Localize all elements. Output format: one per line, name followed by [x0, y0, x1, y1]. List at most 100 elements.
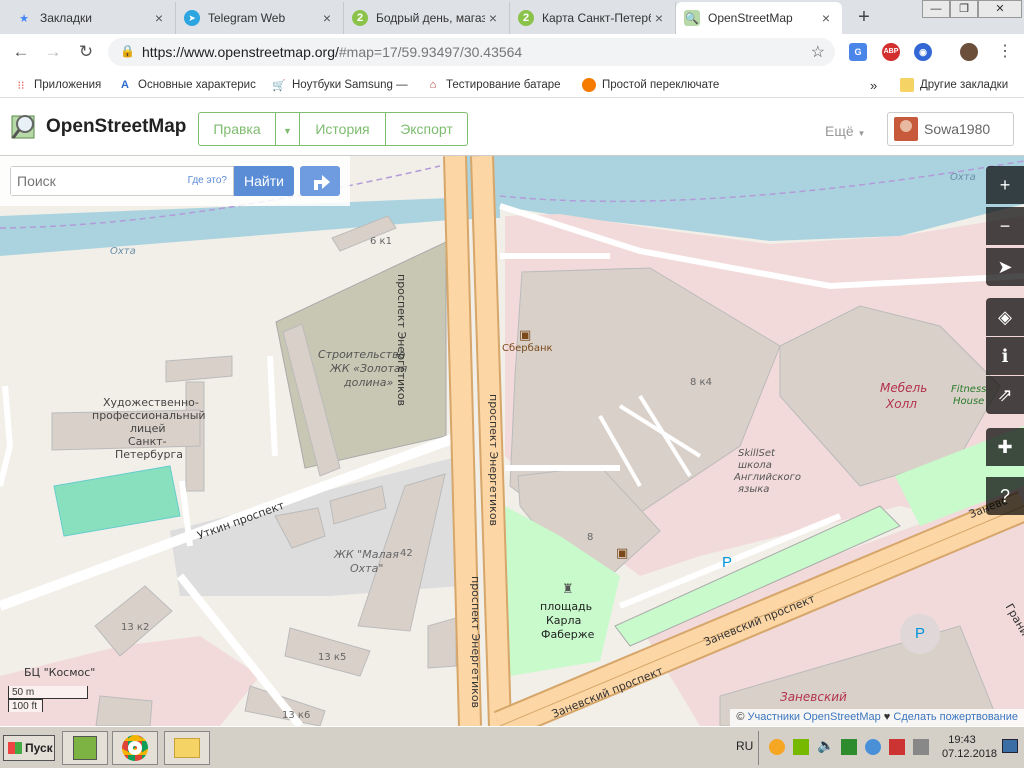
adblock-icon[interactable]: ABP	[882, 43, 900, 61]
taskbar-app-map[interactable]	[62, 731, 108, 765]
minimize-button[interactable]: —	[922, 0, 950, 18]
globe-icon[interactable]: ◉	[914, 43, 932, 61]
edit-dropdown-button[interactable]: ▼	[276, 112, 300, 146]
bookmark-characteristics[interactable]: A Основные характерис	[118, 76, 260, 94]
network-icon[interactable]	[865, 739, 881, 755]
taskbar-app-explorer[interactable]	[164, 731, 210, 765]
clock-date: 07.12.2018	[942, 748, 998, 760]
osm-logo[interactable]: OpenStreetMap	[10, 112, 186, 142]
user-menu[interactable]: Sowa1980	[887, 112, 1014, 146]
translate-icon[interactable]: G	[849, 43, 867, 61]
cart-icon: 🛒	[272, 79, 286, 92]
username: Sowa1980	[924, 121, 991, 137]
letter-a-icon: A	[121, 79, 129, 91]
language-indicator[interactable]: RU	[736, 739, 753, 753]
poi-label: Заневский	[780, 690, 847, 704]
tab-telegram[interactable]: ➤ Telegram Web ×	[176, 2, 344, 34]
parking-icon[interactable]: P	[722, 554, 732, 571]
edit-button[interactable]: Правка	[198, 112, 276, 146]
contributors-link[interactable]: Участники OpenStreetMap	[747, 711, 880, 723]
layers-icon[interactable]: ◈	[986, 298, 1024, 336]
zoom-out-icon[interactable]: −	[986, 207, 1024, 245]
close-icon[interactable]: ×	[818, 10, 834, 26]
start-button[interactable]: Пуск	[3, 735, 55, 761]
directions-button[interactable]	[300, 166, 340, 196]
tab-openstreetmap[interactable]: 🔍 OpenStreetMap ×	[676, 2, 842, 34]
maximize-button[interactable]: ❐	[950, 0, 978, 18]
search-box: Где это?	[10, 166, 234, 196]
profile-icon[interactable]	[960, 43, 978, 61]
locate-icon[interactable]: ➤	[986, 248, 1024, 286]
search-input[interactable]	[11, 167, 171, 195]
river-label: Охта	[950, 172, 976, 183]
close-window-button[interactable]: ✕	[978, 0, 1022, 18]
browser-tab-strip: ★ Закладки × ➤ Telegram Web × 2 Бодрый д…	[0, 0, 1024, 34]
close-icon[interactable]: ×	[485, 10, 501, 26]
building-label: 6 к1	[370, 236, 392, 247]
share-icon[interactable]: ⇗	[986, 376, 1024, 414]
bookmark-samsung[interactable]: 🛒 Ноутбуки Samsung —	[272, 76, 410, 94]
osm-logo-text: OpenStreetMap	[46, 116, 187, 137]
bookmark-star-icon[interactable]: ☆	[811, 42, 825, 62]
note-icon[interactable]: ✚	[986, 428, 1024, 466]
tab-bookmarks[interactable]: ★ Закладки ×	[8, 2, 176, 34]
tab-bodry-den[interactable]: 2 Бодрый день, магаз ×	[344, 2, 510, 34]
volume-icon[interactable]: 🔈	[817, 737, 834, 754]
forward-button[interactable]: →	[42, 41, 64, 63]
zoom-in-icon[interactable]: +	[986, 166, 1024, 204]
where-is-this-link[interactable]: Где это?	[188, 175, 227, 186]
bank-icon[interactable]: ▣	[519, 328, 531, 343]
reload-button[interactable]: ↻	[75, 41, 97, 63]
apps-grid-icon: ⁝⁝	[17, 79, 25, 92]
new-tab-button[interactable]: +	[853, 6, 875, 28]
history-button[interactable]: История	[300, 112, 386, 146]
building-label: 8 к4	[690, 377, 712, 388]
bank-icon[interactable]: ▣	[616, 546, 628, 561]
show-desktop-icon[interactable]	[1002, 739, 1018, 753]
query-icon[interactable]: ?	[986, 477, 1024, 515]
taskbar: Пуск RU 🔈 19:43 07.12.2018	[0, 726, 1024, 768]
bookmark-label: Тестирование батаре	[446, 79, 561, 91]
bookmark-battery[interactable]: ⌂ Тестирование батаре	[426, 76, 568, 94]
bookmark-apps[interactable]: ⁝⁝ Приложения	[14, 76, 114, 94]
menu-icon[interactable]: ⋮	[994, 41, 1016, 63]
address-bar[interactable]: 🔒 https://www.openstreetmap.org/#map=17/…	[108, 38, 835, 66]
export-button[interactable]: Экспорт	[386, 112, 468, 146]
caret-down-icon: ▼	[857, 129, 866, 138]
square-label: Фаберже	[541, 628, 595, 641]
taskbar-app-chrome[interactable]	[112, 731, 158, 765]
tray-app-icon[interactable]	[769, 739, 785, 755]
house-number: 42	[400, 548, 413, 559]
start-label: Пуск	[25, 741, 53, 755]
heart-icon: ♥	[880, 711, 894, 723]
tray-misc-icon[interactable]	[913, 739, 929, 755]
other-bookmarks[interactable]: Другие закладки	[900, 76, 1008, 94]
river-label: Охта	[110, 246, 136, 257]
clock[interactable]: 19:43 07.12.2018	[942, 733, 998, 761]
update-icon[interactable]	[841, 739, 857, 755]
map-view[interactable]: Охта Охта 6 к1 Строительство ЖК «Золотая…	[0, 156, 1024, 726]
tab-map-spb[interactable]: 2 Карта Санкт-Петерб ×	[510, 2, 676, 34]
find-button[interactable]: Найти	[234, 166, 294, 196]
parking-icon[interactable]: P	[900, 614, 940, 654]
info-icon[interactable]: ℹ	[986, 337, 1024, 375]
search-panel: Где это? Найти	[0, 156, 350, 206]
street-label: проспект Энергетиков	[487, 394, 500, 527]
lock-icon: 🔒	[120, 44, 135, 58]
house-number: 8	[587, 532, 594, 543]
building-label: Охта"	[350, 562, 384, 575]
bookmark-switcher[interactable]: Простой переключате	[582, 76, 720, 94]
donate-link[interactable]: Сделать пожертвование	[893, 711, 1018, 723]
nvidia-icon[interactable]	[793, 739, 809, 755]
street-label: проспект Энергетиков	[469, 576, 482, 709]
close-icon[interactable]: ×	[319, 10, 335, 26]
close-icon[interactable]: ×	[151, 10, 167, 26]
back-button[interactable]: ←	[10, 41, 32, 63]
bookmarks-overflow[interactable]: »	[870, 76, 877, 94]
close-icon[interactable]: ×	[651, 10, 667, 26]
monument-icon[interactable]: ♜	[562, 582, 574, 597]
more-menu[interactable]: Ещё ▼	[825, 123, 865, 139]
lyceum-label: лицей	[130, 422, 166, 435]
security-icon[interactable]	[889, 739, 905, 755]
map-app-icon	[73, 736, 97, 760]
